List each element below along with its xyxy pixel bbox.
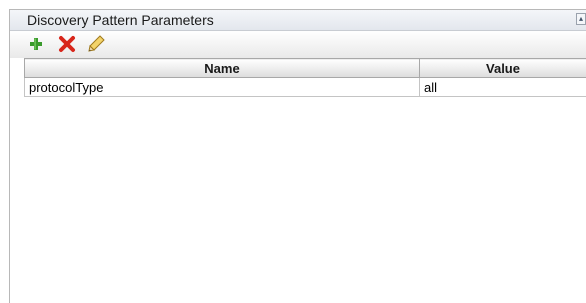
cell-value[interactable]: all bbox=[419, 77, 586, 97]
panel-title: Discovery Pattern Parameters bbox=[27, 12, 214, 28]
add-parameter-button[interactable] bbox=[26, 34, 46, 54]
table-row[interactable]: protocolType all bbox=[24, 77, 586, 97]
column-header-name[interactable]: Name bbox=[24, 58, 420, 78]
edit-parameter-button[interactable] bbox=[86, 34, 106, 54]
collapse-icon[interactable]: ▴ bbox=[576, 13, 586, 25]
pencil-icon bbox=[88, 35, 105, 52]
column-header-value[interactable]: Value bbox=[419, 58, 586, 78]
discovery-pattern-parameters-panel: Discovery Pattern Parameters ▴ Name Valu… bbox=[9, 9, 586, 303]
plus-icon bbox=[30, 38, 42, 50]
panel-header: Discovery Pattern Parameters ▴ bbox=[10, 10, 586, 31]
delete-parameter-button[interactable] bbox=[57, 34, 77, 54]
cell-name[interactable]: protocolType bbox=[24, 77, 420, 97]
parameters-table: Name Value protocolType all bbox=[24, 58, 586, 97]
table-header-row: Name Value bbox=[24, 58, 586, 78]
red-x-icon bbox=[59, 36, 75, 52]
toolbar bbox=[10, 31, 586, 58]
